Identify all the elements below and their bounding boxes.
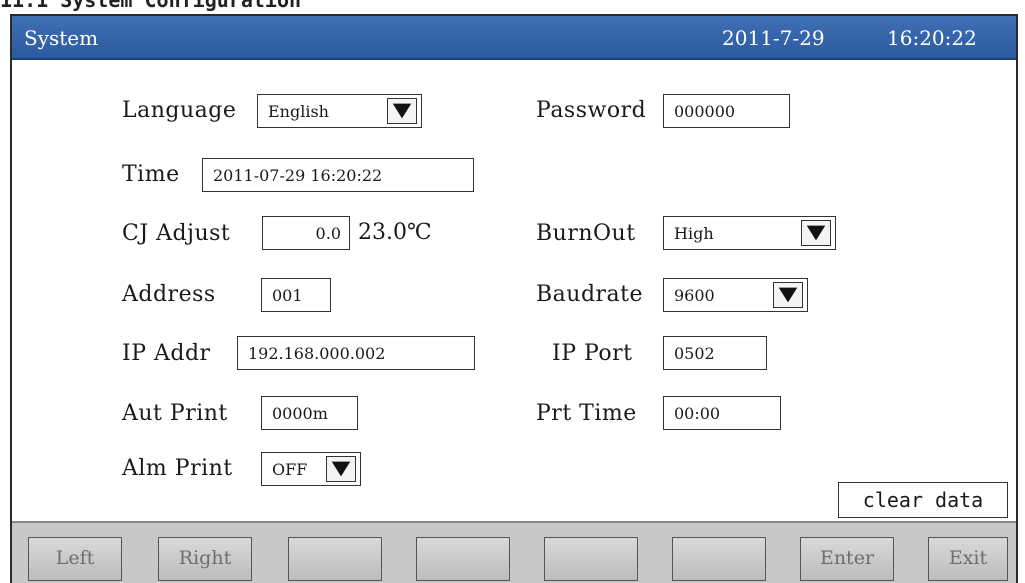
time-field[interactable]: 2011-07-29 16:20:22 bbox=[202, 158, 474, 192]
softkey-4-button[interactable] bbox=[416, 537, 510, 581]
softkey-5-button[interactable] bbox=[544, 537, 638, 581]
language-value: English bbox=[268, 102, 329, 121]
baudrate-value: 9600 bbox=[674, 286, 715, 305]
prt-time-label: Prt Time bbox=[536, 401, 637, 426]
burnout-value: High bbox=[674, 224, 714, 243]
password-label: Password bbox=[536, 98, 647, 123]
baudrate-select[interactable]: 9600 bbox=[663, 278, 808, 312]
chevron-down-icon[interactable] bbox=[326, 456, 356, 482]
current-time: 16:20:22 bbox=[887, 26, 977, 50]
alm-print-label: Alm Print bbox=[122, 456, 233, 481]
left-button[interactable]: Left bbox=[28, 537, 122, 581]
baudrate-label: Baudrate bbox=[536, 282, 644, 307]
chevron-down-icon[interactable] bbox=[387, 98, 417, 124]
screen-title: System bbox=[24, 26, 99, 50]
softkey-6-button[interactable] bbox=[672, 537, 766, 581]
system-config-screen: System 2011-7-29 16:20:22 Language Engli… bbox=[10, 14, 1018, 583]
clear-data-button[interactable]: clear data bbox=[838, 482, 1008, 518]
enter-button[interactable]: Enter bbox=[800, 537, 894, 581]
prt-time-field[interactable]: 00:00 bbox=[663, 396, 781, 430]
address-field[interactable]: 001 bbox=[261, 278, 331, 312]
burnout-label: BurnOut bbox=[536, 221, 636, 246]
title-bar: System 2011-7-29 16:20:22 bbox=[12, 16, 1016, 60]
softkey-bar: Left Right Enter Exit bbox=[12, 521, 1016, 583]
ip-port-field[interactable]: 0502 bbox=[663, 336, 767, 370]
document-heading: 11.1 System Configuration bbox=[0, 0, 302, 12]
alm-print-value: OFF bbox=[272, 460, 308, 479]
language-select[interactable]: English bbox=[257, 94, 422, 128]
ip-addr-label: IP Addr bbox=[122, 341, 211, 366]
aut-print-label: Aut Print bbox=[122, 401, 228, 426]
cj-adjust-label: CJ Adjust bbox=[122, 221, 231, 246]
cj-adjust-field[interactable]: 0.0 bbox=[262, 216, 350, 250]
password-field[interactable]: 000000 bbox=[663, 94, 790, 128]
burnout-select[interactable]: High bbox=[663, 216, 836, 250]
ip-addr-field[interactable]: 192.168.000.002 bbox=[237, 336, 475, 370]
softkey-3-button[interactable] bbox=[288, 537, 382, 581]
chevron-down-icon[interactable] bbox=[773, 282, 803, 308]
exit-button[interactable]: Exit bbox=[928, 537, 1008, 581]
aut-print-field[interactable]: 0000m bbox=[261, 396, 358, 430]
time-label: Time bbox=[122, 162, 180, 187]
right-button[interactable]: Right bbox=[158, 537, 252, 581]
alm-print-select[interactable]: OFF bbox=[261, 452, 361, 486]
address-label: Address bbox=[122, 282, 216, 307]
ip-port-label: IP Port bbox=[552, 341, 633, 366]
cj-temperature-reading: 23.0℃ bbox=[358, 220, 432, 245]
chevron-down-icon[interactable] bbox=[801, 220, 831, 246]
current-date: 2011-7-29 bbox=[722, 26, 825, 50]
language-label: Language bbox=[122, 98, 237, 123]
